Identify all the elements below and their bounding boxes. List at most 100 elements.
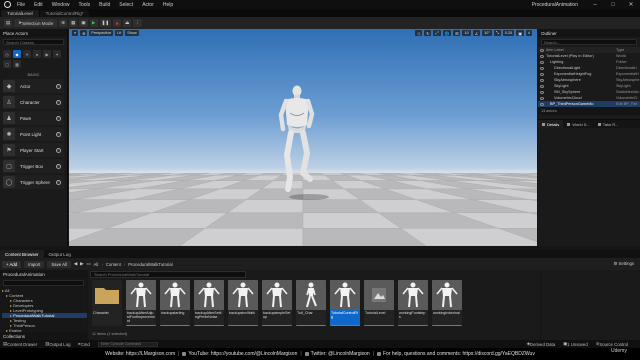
help-icon[interactable]: ? [56,147,61,153]
search-classes-input[interactable]: Search Classes [3,39,64,45]
back-icon[interactable]: ◀ [74,261,77,267]
surface-snap-icon[interactable]: ◇ [415,30,423,36]
breadcrumb-content[interactable]: Content [106,262,121,267]
import-button[interactable]: Import [24,260,45,268]
more-options-icon[interactable]: ⋮ [133,19,142,27]
unsaved-button[interactable]: ▣ 1 Unsaved [563,341,588,347]
viewport-menu-icon[interactable]: ≡ [72,30,79,36]
help-icon[interactable]: ? [56,115,61,121]
tab-tutorial-control-rig[interactable]: TutorialControlRig* [39,10,90,17]
angle-size-value[interactable]: 10° [482,30,492,36]
camera-speed-value[interactable]: 4 [525,30,532,36]
cinematics-icon[interactable]: ▣ [79,19,88,27]
help-icon[interactable]: ? [56,83,61,89]
tab-world-settings[interactable]: World S... [563,122,594,127]
minimize-icon[interactable]: – [586,2,604,8]
derived-data-button[interactable]: ◈ Derived Data [527,341,555,347]
help-icon[interactable]: ? [56,179,61,185]
grid-size-value[interactable]: 10 [462,30,471,36]
layout-icon[interactable]: ▣ [516,30,524,36]
breadcrumb-all[interactable]: All [94,262,99,267]
world-icon[interactable]: 🌐 [442,30,452,36]
eject-icon[interactable]: ⏏ [123,19,132,27]
breadcrumb-folder[interactable]: ProceduralWalkTutorial [128,262,172,267]
sources-search-input[interactable] [3,280,84,286]
level-viewport[interactable]: ≡ ⊕ Perspective Lit Show ◇ ↻ ⤢ 🌐 ⊞ 10 ∠ 10° ⤡ 0.2… [69,29,537,246]
asset-tile[interactable]: workingFootsteps [398,280,428,326]
recent-icon[interactable]: ◷ [3,50,11,58]
menu-edit[interactable]: Edit [34,2,43,8]
help-icon[interactable]: ? [56,163,61,169]
asset-tile[interactable]: backupAfterSettingPerlinNoise [194,280,224,326]
forward-icon[interactable]: ▶ [80,261,83,267]
actor-item[interactable]: ♟ Pawn? [3,111,64,125]
tab-take-recorder[interactable]: Take R... [594,122,623,127]
show-button[interactable]: Show [125,30,139,36]
asset-tile[interactable]: backupAfterAdjustFootImprovement [126,280,156,326]
all-classes-icon[interactable]: ▦ [13,60,21,68]
eye-icon[interactable] [540,78,544,82]
play-icon[interactable]: ▶ [89,19,98,27]
menu-select[interactable]: Select [119,2,133,8]
settings-button[interactable]: ⚙ Settings [613,261,634,267]
actor-item[interactable]: ▢ Trigger Box? [3,159,64,173]
save-all-button[interactable]: Save All [47,260,71,268]
tab-content-browser[interactable]: Content Browser [0,250,44,258]
menu-file[interactable]: File [17,2,25,8]
tab-details[interactable]: Details [538,120,564,128]
eye-icon[interactable] [540,72,544,76]
menu-tools[interactable]: Tools [78,2,90,8]
actor-item[interactable]: ✺ Point Light? [3,127,64,141]
asset-tile[interactable]: Character [92,280,122,326]
unreal-logo-icon[interactable] [4,1,11,8]
col-label[interactable]: Item Label [546,48,616,52]
perspective-button[interactable]: Perspective [89,30,114,36]
scale-snap-icon[interactable]: ⤡ [493,30,501,36]
scale-icon[interactable]: ⤢ [433,30,441,36]
asset-tile[interactable]: TutorialLevel [364,280,394,326]
actor-item[interactable]: ⚑ Player Start? [3,143,64,157]
scale-size-value[interactable]: 0.25 [502,30,515,36]
menu-build[interactable]: Build [99,2,110,8]
stop-icon[interactable]: ■ [113,19,122,27]
actor-item[interactable]: ◯ Trigger Sphere? [3,175,64,189]
source-control-button[interactable]: ⊘ Source Control [596,341,628,347]
add-button[interactable]: + Add [2,260,22,268]
outliner-search-input[interactable]: Search... [541,39,637,45]
asset-search-input[interactable]: Search ProceduralWalkTutorial [90,271,246,278]
asset-tile[interactable]: TutorialControlRig [330,280,360,326]
lights-icon[interactable]: ☀ [23,50,31,58]
eye-icon[interactable] [540,96,544,100]
grid-snap-icon[interactable]: ⊞ [453,30,461,36]
asset-tile[interactable]: backupstarting [160,280,190,326]
close-icon[interactable]: ✕ [622,1,640,8]
pause-icon[interactable]: ❚❚ [99,19,112,27]
asset-tile[interactable]: workingIndexinal [432,280,462,326]
cinematic-icon[interactable]: ▶ [43,50,51,58]
visual-effects-icon[interactable]: ✦ [53,50,61,58]
console-input[interactable]: Enter Console Command [97,341,158,347]
content-drawer-button[interactable]: ▤ Content Drawer [3,341,37,347]
actor-item[interactable]: ◆ Actor? [3,79,64,93]
save-icon[interactable]: ▤ [4,19,13,27]
angle-snap-icon[interactable]: ∠ [472,30,481,36]
menu-help[interactable]: Help [163,2,173,8]
eye-icon[interactable] [540,102,544,106]
tab-output-log[interactable]: Output Log [44,250,76,258]
help-icon[interactable]: ? [56,131,61,137]
menu-window[interactable]: Window [52,2,70,8]
volumes-icon[interactable]: ▢ [3,60,11,68]
asset-tile[interactable]: Tutl_Char [296,280,326,326]
rotate-icon[interactable]: ↻ [424,30,432,36]
actor-item[interactable]: ♙ Character? [3,95,64,109]
asset-tile[interactable]: backupsimpleSetup [262,280,292,326]
selection-mode-dropdown[interactable]: ➤ Selection Mode [14,19,58,27]
quick-add-icon[interactable]: ⊕ [59,19,68,27]
eye-icon[interactable] [540,54,544,58]
maximize-icon[interactable]: □ [604,2,622,8]
eye-icon[interactable] [540,84,544,88]
blueprint-icon[interactable]: ▦ [69,19,78,27]
tab-tutorial-level[interactable]: TutorialLevel [1,10,39,17]
collections-header[interactable]: Collections [0,332,87,340]
basic-icon[interactable]: ◆ [13,50,21,58]
